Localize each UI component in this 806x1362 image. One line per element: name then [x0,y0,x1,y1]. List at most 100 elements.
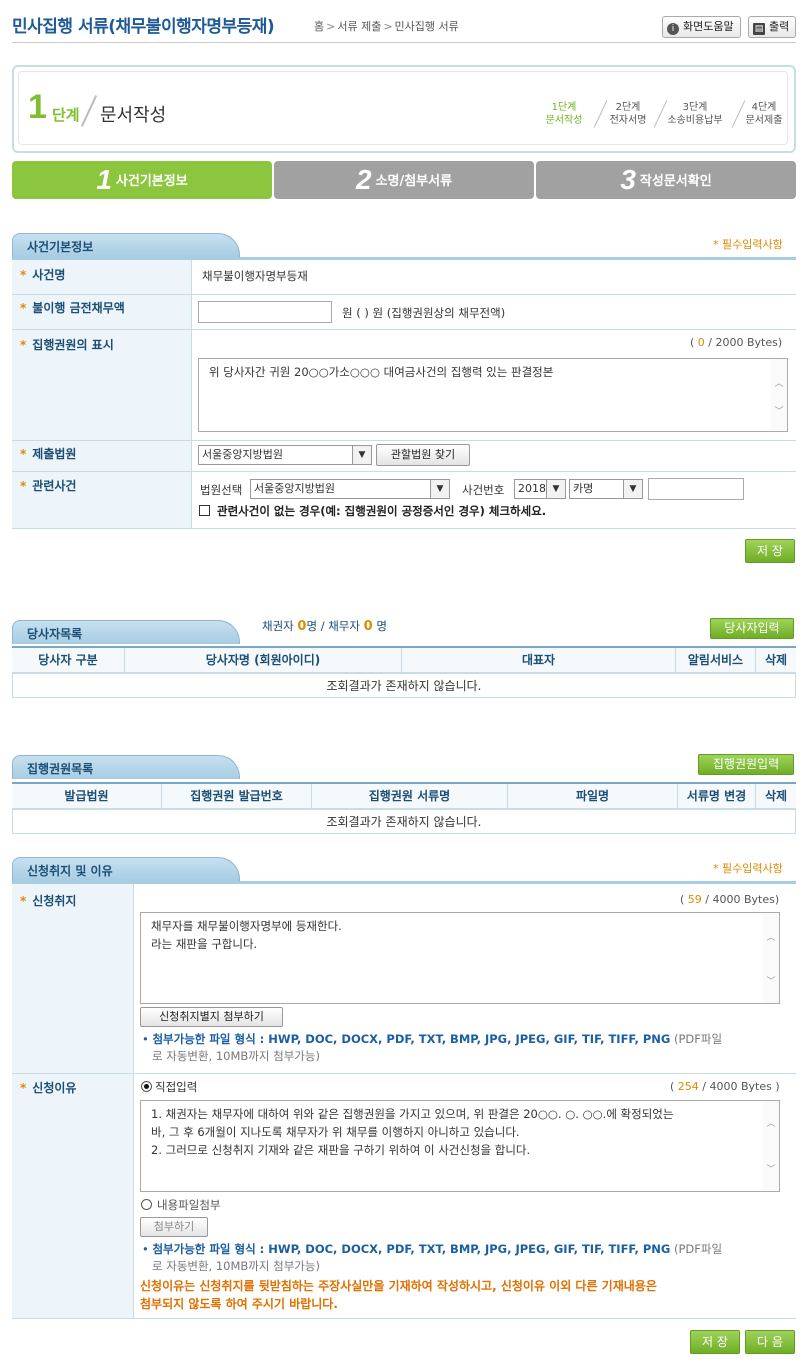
breadcrumb-home[interactable]: 홈 [314,20,324,33]
current-step-name: 문서작성 [100,105,167,126]
no-related-case-checkbox[interactable] [199,505,210,516]
direct-input-label: 직접입력 [155,1080,198,1094]
step-1-num: 1단계 [551,102,577,113]
reason-warning-line-2: 첨부되지 않도록 하여 주시기 바랍니다. [140,1297,338,1311]
textarea-scrollbar[interactable]: ︿ ﹀ [763,1101,779,1191]
related-number-input[interactable] [648,478,744,500]
textarea-scrollbar[interactable]: ︿ ﹀ [771,359,787,431]
section-basic-info-header: 사건기본정보 [12,233,240,257]
related-year-value: 2018 [518,482,546,495]
label-amount: * 불이행 금전채무액 [12,295,192,329]
add-title-button[interactable]: 집행권원입력 [698,754,794,775]
court-select-value: 서울중앙지방법원 [202,448,283,461]
scroll-up-icon[interactable]: ︿ [763,1115,779,1133]
current-step-number: 1 [28,88,47,126]
related-year-select[interactable]: 2018 ▼ [514,479,566,499]
tab-review-num: 3 [620,164,636,195]
party-counts: 채권자 0명 / 채무자 0 명 [262,618,387,634]
court-select[interactable]: 서울중앙지방법원 ▼ [198,445,372,465]
related-type-value: 카명 [573,482,594,495]
file-format-main: 첨부가능한 파일 형식 : HWP, DOC, DOCX, PDF, TXT, … [152,1242,671,1256]
step-2-num: 2단계 [615,102,641,113]
scroll-down-icon[interactable]: ﹀ [771,403,787,421]
related-type-select[interactable]: 카명 ▼ [569,479,643,499]
col-rename: 서류명 변경 [678,784,756,808]
purpose-byte-counter: ( 59 / 4000 Bytes) [680,893,780,906]
purpose-line-2: 라는 재판을 구합니다. [151,937,258,951]
step-4: 4단계 문서제출 [740,101,788,127]
scroll-down-icon[interactable]: ﹀ [763,1161,779,1179]
help-button-label: 화면도움말 [683,20,734,33]
reason-byte-counter: ( 254 / 4000 Bytes ) [670,1080,780,1093]
related-no-label: 사건번호 [462,483,505,497]
debtor-label: 명 / 채무자 [306,619,360,633]
tab-attachments[interactable]: 2 소명/첨부서류 [274,161,534,199]
chevron-down-icon: ▼ [430,480,449,498]
info-icon: i [667,23,679,35]
label-title-display: * 집행권원의 표시 [12,330,192,440]
label-reason: * 신청이유 [12,1074,134,1318]
col-alert-service: 알림서비스 [676,648,756,672]
col-delete: 삭제 [764,789,788,803]
amount-input[interactable] [198,301,332,323]
reason-textarea[interactable]: 1. 채권자는 채무자에 대하여 위와 같은 집행권원을 가지고 있으며, 위 … [140,1100,780,1192]
attach-purpose-button[interactable]: 신청취지별지 첨부하기 [140,1007,283,1027]
chevron-down-icon: ▼ [352,446,371,464]
label-amount-text: 불이행 금전채무액 [32,301,125,315]
file-attach-radio[interactable] [141,1199,152,1210]
tab-review-label: 작성문서확인 [639,174,712,189]
col-file-name: 파일명 [508,784,678,808]
amount-note: 원 ( ) 원 (집행권원상의 채무전액) [342,306,506,320]
debtor-count: 0 [363,619,373,634]
tab-basic-info[interactable]: 1 사건기본정보 [12,161,272,199]
required-note: * 필수입력사항 [713,238,783,251]
attach-file-button[interactable]: 첨부하기 [140,1217,208,1237]
purpose-textarea[interactable]: 채무자를 채무불이행자명부에 등재한다. 라는 재판을 구합니다. ︿ ﹀ [140,912,780,1004]
step-3-num: 3단계 [682,102,708,113]
scroll-down-icon[interactable]: ﹀ [763,973,779,991]
file-format-sub2: 로 자동변환, 10MB까지 첨부가능) [152,1259,320,1273]
page-title: 민사집행 서류(채무불이행자명부등재) [12,17,275,37]
print-button-label: 출력 [769,20,790,33]
step-1-name: 문서작성 [545,115,583,126]
title-byte-total: / 2000 Bytes) [708,336,783,349]
title-byte-counter: ( 0 / 2000 Bytes) [690,336,782,349]
header-divider [12,42,796,43]
col-representative: 대표자 [402,648,676,672]
next-button[interactable]: 다 음 [745,1330,795,1354]
find-court-button[interactable]: 관할법원 찾기 [376,444,470,466]
breadcrumb: 홈 > 서류 제출 > 민사집행 서류 [314,20,459,33]
step-1: 1단계 문서작성 [540,101,588,127]
step-4-name: 문서제출 [745,115,783,126]
textarea-scrollbar[interactable]: ︿ ﹀ [763,913,779,1003]
title-textarea[interactable]: 위 당사자간 귀원 20○○가소○○○ 대여금사건의 집행력 있는 판결정본 ︿… [198,358,788,432]
party-unit: 명 [376,619,387,633]
file-format-sub1: (PDF파일 [673,1032,723,1046]
label-case-name-text: 사건명 [32,268,66,282]
section-request-header: 신청취지 및 이유 [12,857,240,881]
save-button[interactable]: 저 장 [690,1330,740,1354]
scroll-up-icon[interactable]: ︿ [763,929,779,947]
print-button[interactable]: ▤ 출력 [748,16,797,38]
reason-line-1: 1. 채권자는 채무자에 대하여 위와 같은 집행권원을 가지고 있으며, 위 … [151,1107,674,1121]
title-byte-count: 0 [697,336,705,349]
printer-icon: ▤ [753,23,765,35]
counter-open: ( [690,336,695,349]
file-attach-label: 내용파일첨부 [157,1198,221,1212]
label-related: * 관련사건 [12,472,192,528]
reason-warning: 신청이유는 신청취지를 뒷받침하는 주장사실만을 기재하여 작성하시고, 신청이… [140,1277,790,1313]
no-related-case-label: 관련사건이 없는 경우(예: 집행권원이 공정증서인 경우) 체크하세요. [217,504,547,518]
purpose-line-1: 채무자를 채무불이행자명부에 등재한다. [151,919,342,933]
related-court-label: 법원선택 [200,483,243,497]
file-format-main: 첨부가능한 파일 형식 : HWP, DOC, DOCX, PDF, TXT, … [152,1032,671,1046]
help-button[interactable]: i 화면도움말 [662,16,741,38]
label-reason-text: 신청이유 [32,1081,77,1095]
direct-input-radio[interactable] [141,1081,152,1092]
tab-review[interactable]: 3 작성문서확인 [536,161,796,199]
scroll-up-icon[interactable]: ︿ [771,375,787,393]
save-basic-button[interactable]: 저 장 [745,539,795,563]
related-court-select[interactable]: 서울중앙지방법원 ▼ [250,479,450,499]
add-party-button[interactable]: 당사자입력 [710,618,794,639]
required-note: * 필수입력사항 [713,862,783,875]
breadcrumb-submit[interactable]: 서류 제출 [337,20,381,33]
